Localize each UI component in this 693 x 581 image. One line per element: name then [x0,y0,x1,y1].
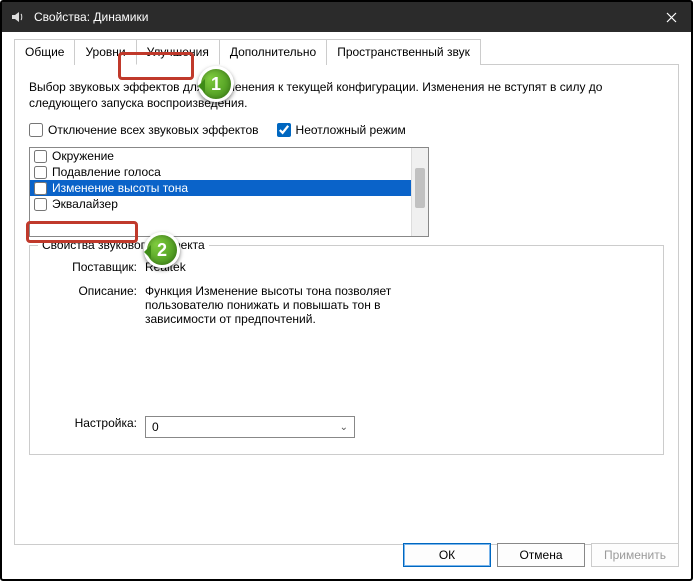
effect-label: Изменение высоты тона [52,181,188,195]
content-area: Общие Уровни Улучшения Дополнительно Про… [14,38,679,567]
scrollbar[interactable] [411,148,428,236]
disable-all-effects-checkbox[interactable]: Отключение всех звуковых эффектов [29,123,259,137]
close-button[interactable] [651,2,691,32]
description-label: Описание: [42,284,137,326]
window-title: Свойства: Динамики [34,10,651,24]
disable-all-label: Отключение всех звуковых эффектов [48,123,259,137]
effect-properties-group: Свойства звукового эффекта Поставщик: Re… [29,245,664,455]
titlebar: Свойства: Динамики [2,2,691,32]
chevron-down-icon: ⌄ [340,422,348,433]
group-title: Свойства звукового эффекта [38,238,209,252]
list-item[interactable]: Эквалайзер [30,196,428,212]
cancel-button[interactable]: Отмена [497,543,585,567]
immediate-mode-label: Неотложный режим [296,123,406,137]
tab-levels[interactable]: Уровни [74,39,136,65]
description-value: Функция Изменение высоты тона позволяет … [145,284,425,326]
provider-value: Realtek [145,260,651,274]
setting-combobox[interactable]: 0 ⌄ [145,416,355,438]
list-item[interactable]: Подавление голоса [30,164,428,180]
tab-panel: Выбор звуковых эффектов для применения к… [14,65,679,545]
ok-button[interactable]: ОК [403,543,491,567]
panel-description: Выбор звуковых эффектов для применения к… [29,79,664,111]
callout-2: 2 [144,232,180,268]
tab-strip: Общие Уровни Улучшения Дополнительно Про… [14,38,679,65]
tab-advanced[interactable]: Дополнительно [219,39,327,65]
effects-listbox[interactable]: Окружение Подавление голоса Изменение вы… [29,147,429,237]
immediate-mode-checkbox[interactable]: Неотложный режим [277,123,406,137]
tab-enhancements[interactable]: Улучшения [136,39,220,65]
tab-spatial[interactable]: Пространственный звук [326,39,481,65]
effect-label: Подавление голоса [52,165,161,179]
tab-general[interactable]: Общие [14,39,75,65]
effect-label: Окружение [52,149,114,163]
apply-button[interactable]: Применить [591,543,679,567]
list-item[interactable]: Окружение [30,148,428,164]
setting-value: 0 [152,420,159,434]
dialog-buttons: ОК Отмена Применить [403,543,679,567]
provider-label: Поставщик: [42,260,137,274]
effect-label: Эквалайзер [52,197,118,211]
speaker-icon [10,9,26,25]
callout-1: 1 [198,66,234,102]
list-item[interactable]: Изменение высоты тона [30,180,428,196]
setting-label: Настройка: [42,416,137,438]
